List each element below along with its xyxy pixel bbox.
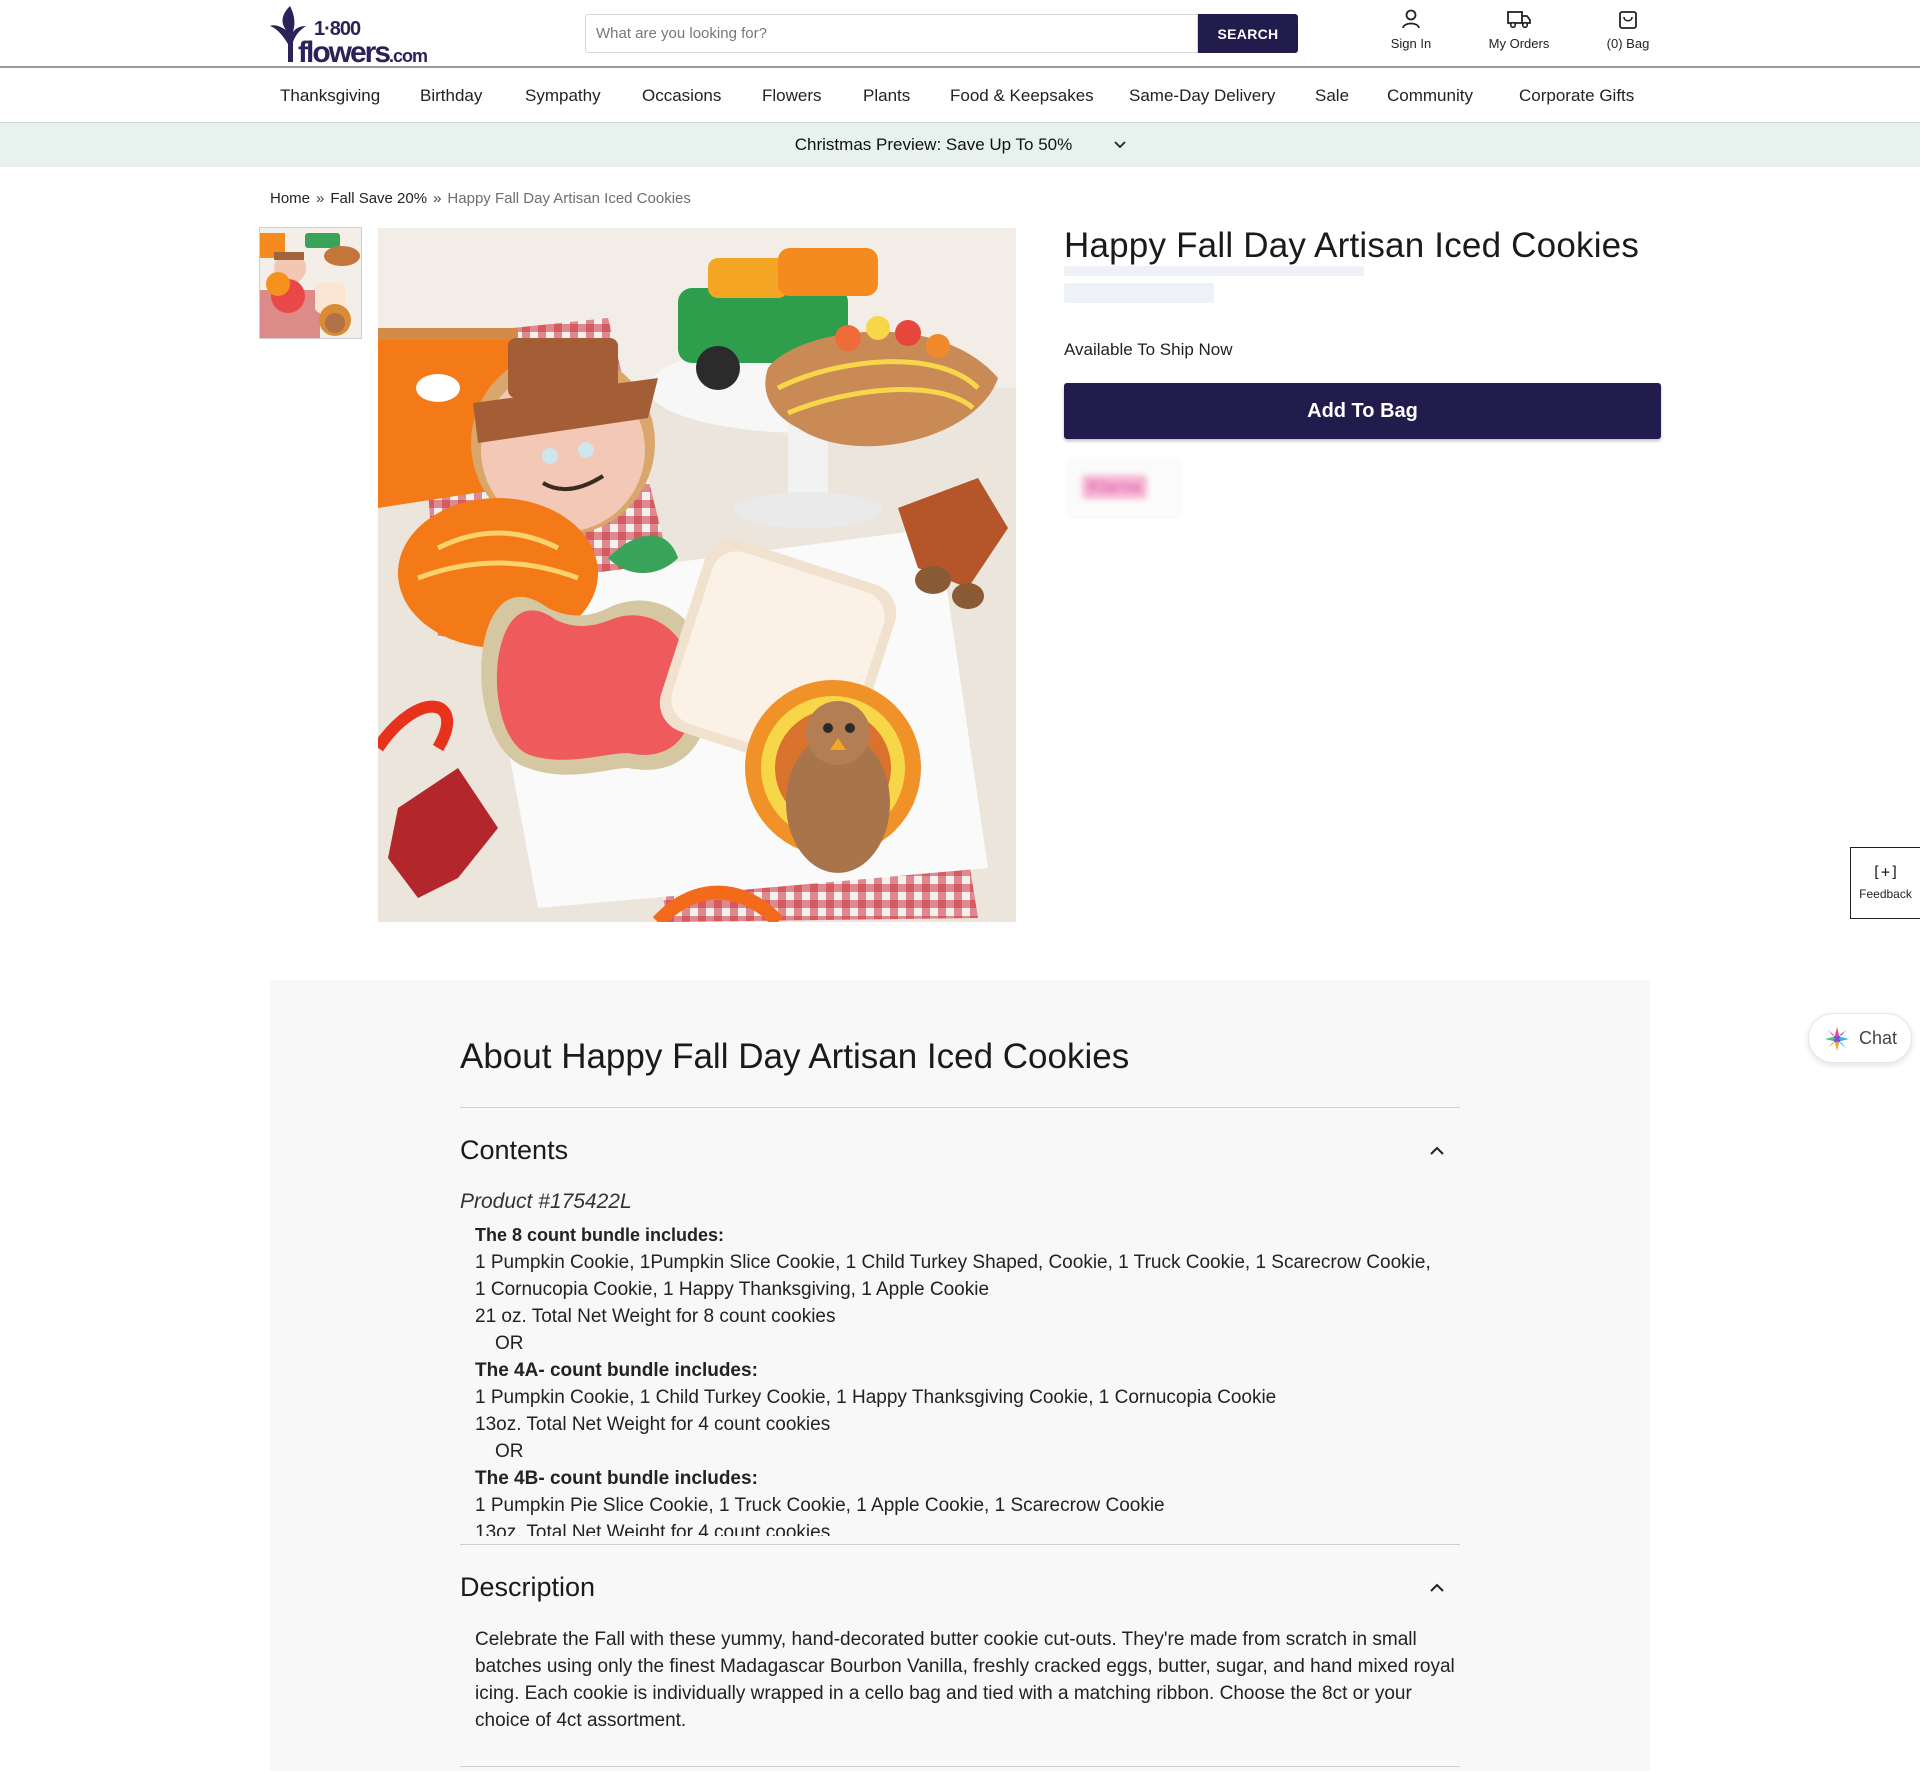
bag-icon [1619,11,1637,29]
sign-in-label: Sign In [1390,36,1432,51]
breadcrumb-separator: » [316,190,325,207]
divider [460,1766,1460,1767]
contents-body: The 8 count bundle includes: 1 Pumpkin C… [475,1222,1460,1536]
main-nav: Thanksgiving Birthday Sympathy Occasions… [0,70,1920,123]
logo-word: flowers [298,36,391,69]
bundle-items: 1 Pumpkin Cookie, 1Pumpkin Slice Cookie,… [475,1252,1431,1273]
search-input[interactable] [585,14,1198,53]
chevron-up-icon[interactable] [1428,1580,1446,1596]
divider [460,1544,1460,1545]
user-icon [1402,9,1420,29]
nav-same-day-delivery[interactable]: Same-Day Delivery [1129,86,1275,106]
klarna-logo: Klarna [1082,475,1147,499]
breadcrumb-current: Happy Fall Day Artisan Iced Cookies [447,190,691,207]
bundle-items: 1 Pumpkin Pie Slice Cookie, 1 Truck Cook… [475,1495,1165,1516]
truck-icon [1507,11,1531,29]
nav-sale[interactable]: Sale [1315,86,1349,106]
search-button[interactable]: SEARCH [1198,14,1298,53]
chat-sparkle-icon [1825,1027,1849,1051]
klarna-badge[interactable]: Klarna [1068,458,1180,516]
availability-text: Available To Ship Now [1064,340,1233,359]
cookie-assortment-image [378,228,1016,922]
bundle-items: 1 Pumpkin Cookie, 1 Child Turkey Cookie,… [475,1387,1277,1408]
chevron-down-icon[interactable] [1112,137,1128,153]
nav-plants[interactable]: Plants [863,86,910,106]
site-logo[interactable]: 1·800 flowers.com [268,4,428,69]
product-number: Product #175422L [460,1190,632,1213]
bundle-or: OR [495,1441,524,1462]
nav-occasions[interactable]: Occasions [642,86,721,106]
sign-in-link[interactable]: Sign In [1366,8,1456,51]
about-title: About Happy Fall Day Artisan Iced Cookie… [460,1037,1130,1076]
product-thumbnail[interactable] [259,227,362,339]
bundle-or: OR [495,1333,524,1354]
promo-banner[interactable]: Christmas Preview: Save Up To 50% [0,123,1920,167]
chat-label: Chat [1859,1028,1898,1048]
price-loading-skeleton [1064,283,1214,303]
product-title: Happy Fall Day Artisan Iced Cookies [1064,226,1640,265]
nav-community[interactable]: Community [1387,86,1473,106]
bundle-weight: 13oz. Total Net Weight for 4 count cooki… [475,1522,831,1536]
bag-link[interactable]: (0) Bag [1583,8,1673,51]
nav-sympathy[interactable]: Sympathy [525,86,601,106]
nav-flowers[interactable]: Flowers [762,86,822,106]
bundle-heading: The 8 count bundle includes: [475,1225,725,1245]
description-accordion-title[interactable]: Description [460,1572,595,1603]
logo-dotcom: .com [389,46,428,66]
logo-wordmark: flowers.com [298,36,428,70]
cookie-thumbnail-image [260,228,361,338]
add-to-bag-button[interactable]: Add To Bag [1064,383,1661,439]
divider [460,1107,1460,1108]
breadcrumb-home[interactable]: Home [270,190,310,207]
chat-button[interactable]: Chat [1808,1013,1912,1063]
my-orders-link[interactable]: My Orders [1474,8,1564,51]
nav-corporate-gifts[interactable]: Corporate Gifts [1519,86,1634,106]
promo-text: Christmas Preview: Save Up To 50% [794,135,1073,154]
my-orders-label: My Orders [1488,36,1550,51]
bundle-items: 1 Cornucopia Cookie, 1 Happy Thanksgivin… [475,1279,990,1300]
description-text: Celebrate the Fall with these yummy, han… [475,1629,1455,1731]
breadcrumb-separator: » [433,190,442,207]
contents-accordion-title[interactable]: Contents [460,1135,568,1166]
nav-birthday[interactable]: Birthday [420,86,482,106]
feedback-icon: [+] [1871,863,1900,881]
bag-label: (0) Bag [1606,36,1650,51]
bundle-heading: The 4A- count bundle includes: [475,1360,758,1381]
nav-food-keepsakes[interactable]: Food & Keepsakes [950,86,1094,106]
site-header: 1·800 flowers.com SEARCH Sign In My Orde… [0,0,1920,69]
breadcrumb-category[interactable]: Fall Save 20% [330,190,427,207]
bundle-heading: The 4B- count bundle includes: [475,1468,758,1489]
product-main-image[interactable] [378,228,1016,922]
nav-thanksgiving[interactable]: Thanksgiving [280,86,380,106]
bundle-weight: 21 oz. Total Net Weight for 8 count cook… [475,1306,836,1327]
bundle-weight: 13oz. Total Net Weight for 4 count cooki… [475,1414,831,1435]
chevron-up-icon[interactable] [1428,1143,1446,1159]
loading-skeleton [1064,266,1364,276]
breadcrumb: Home » Fall Save 20% » Happy Fall Day Artisa… [270,190,691,207]
feedback-tab[interactable]: [+] Feedback [1850,847,1920,919]
feedback-label: Feedback [1859,887,1912,901]
